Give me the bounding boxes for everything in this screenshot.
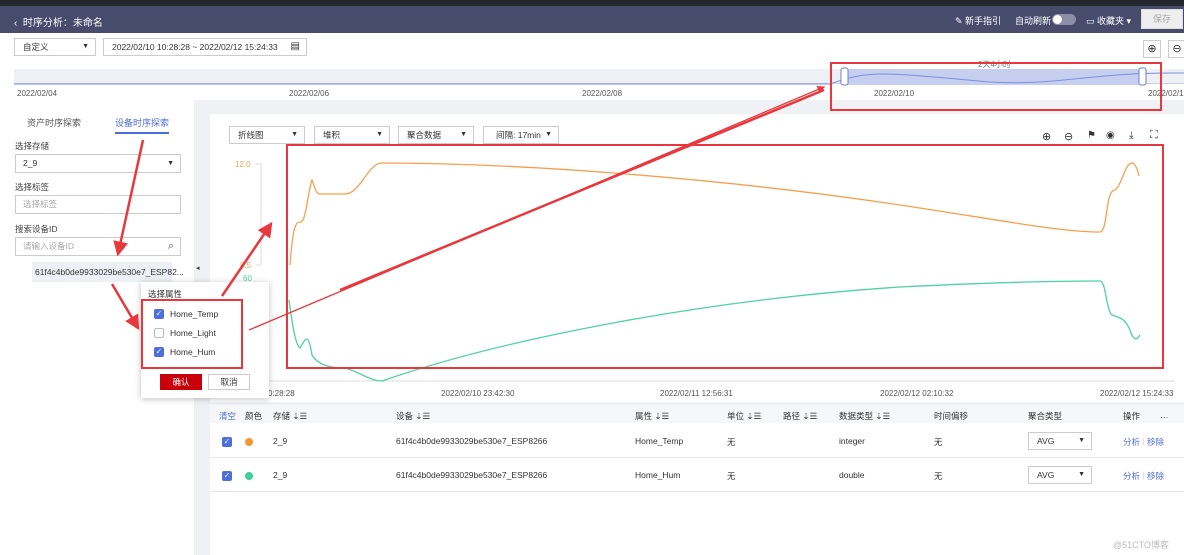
watermark: @51CTO博客 — [1113, 540, 1169, 550]
arrow — [339, 88, 825, 292]
arrow — [110, 283, 140, 331]
arrow — [220, 221, 273, 297]
annotation-arrows — [110, 85, 826, 331]
arrow — [113, 139, 145, 257]
